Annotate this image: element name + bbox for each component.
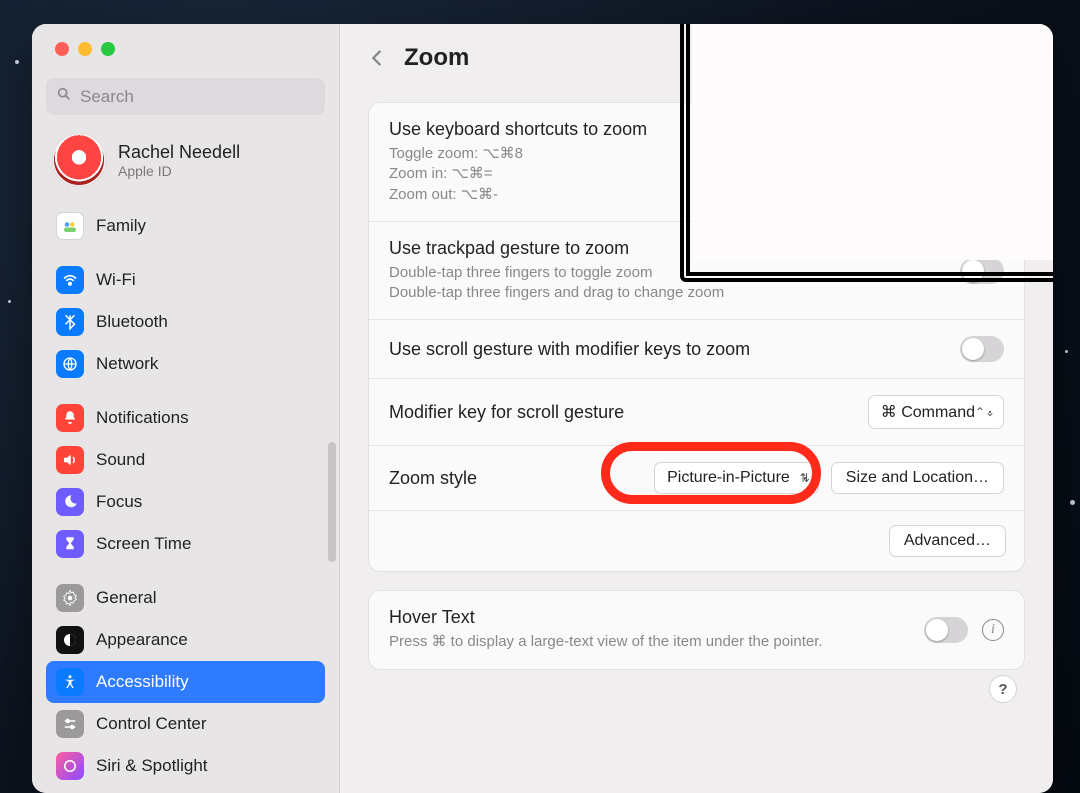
sidebar: Search Rachel Needell Apple ID xyxy=(32,24,340,793)
row-title: Use scroll gesture with modifier keys to… xyxy=(389,339,750,360)
sidebar-item-appearance[interactable]: Appearance xyxy=(46,619,325,661)
profile-subtitle: Apple ID xyxy=(118,163,240,179)
sidebar-item-label: General xyxy=(96,588,156,608)
content: Zoom Use keyboard shortcuts to zoom Togg… xyxy=(340,24,1053,793)
sidebar-item-wifi[interactable]: Wi-Fi xyxy=(46,259,325,301)
sidebar-item-focus[interactable]: Focus xyxy=(46,481,325,523)
sidebar-item-network[interactable]: Network xyxy=(46,343,325,385)
siri-icon xyxy=(56,752,84,780)
content-header: Zoom xyxy=(340,24,1053,102)
sidebar-item-controlcenter[interactable]: Control Center xyxy=(46,703,325,745)
toggle-trackpad-zoom[interactable] xyxy=(960,258,1004,284)
row-advanced: Advanced… xyxy=(369,511,1024,571)
row-title: Use trackpad gesture to zoom xyxy=(389,238,724,259)
family-icon xyxy=(56,212,84,240)
sidebar-item-sound[interactable]: Sound xyxy=(46,439,325,481)
search-icon xyxy=(56,86,72,107)
search-placeholder: Search xyxy=(80,87,134,107)
page-title: Zoom xyxy=(404,44,469,72)
gear-icon xyxy=(56,584,84,612)
size-location-button[interactable]: Size and Location… xyxy=(831,462,1004,494)
sidebar-item-label: Family xyxy=(96,216,146,236)
accessibility-icon xyxy=(56,668,84,696)
desktop: Search Rachel Needell Apple ID xyxy=(0,0,1080,793)
row-sub: Toggle zoom: ⌥⌘8 Zoom in: ⌥⌘= Zoom out: … xyxy=(389,144,647,205)
sidebar-list: Rachel Needell Apple ID Family xyxy=(32,125,333,793)
row-hover-text: Hover Text Press ⌘ to display a large-te… xyxy=(369,591,1024,668)
settings-window: Search Rachel Needell Apple ID xyxy=(32,24,1053,793)
row-title: Use keyboard shortcuts to zoom xyxy=(389,119,647,140)
chevron-updown-icon: ⇅ xyxy=(800,471,810,485)
sliders-icon xyxy=(56,710,84,738)
search-input[interactable]: Search xyxy=(46,78,325,115)
chevron-updown-icon: ⌃⌄ xyxy=(975,405,995,419)
row-title: Modifier key for scroll gesture xyxy=(389,402,624,423)
sidebar-item-label: Notifications xyxy=(96,408,189,428)
toggle-hover-text[interactable] xyxy=(924,617,968,643)
speaker-icon xyxy=(56,446,84,474)
help-button[interactable]: ? xyxy=(989,675,1017,703)
sidebar-item-bluetooth[interactable]: Bluetooth xyxy=(46,301,325,343)
bluetooth-icon xyxy=(56,308,84,336)
sidebar-item-label: Appearance xyxy=(96,630,188,650)
sidebar-item-general[interactable]: General xyxy=(46,577,325,619)
zoom-style-select[interactable]: Picture-in-Picture ⇅ xyxy=(654,462,819,494)
row-title: Zoom style xyxy=(389,468,477,489)
sidebar-item-label: Bluetooth xyxy=(96,312,168,332)
minimize-button[interactable] xyxy=(78,42,92,56)
sidebar-item-label: Siri & Spotlight xyxy=(96,756,208,776)
sidebar-item-label: Network xyxy=(96,354,158,374)
info-icon[interactable]: i xyxy=(982,619,1004,641)
advanced-button[interactable]: Advanced… xyxy=(889,525,1006,557)
hourglass-icon xyxy=(56,530,84,558)
window-controls xyxy=(32,24,339,56)
sidebar-item-screentime[interactable]: Screen Time xyxy=(46,523,325,565)
row-scroll-zoom: Use scroll gesture with modifier keys to… xyxy=(369,320,1024,379)
avatar xyxy=(52,133,106,187)
sidebar-item-label: Control Center xyxy=(96,714,207,734)
row-zoom-style: Zoom style Picture-in-Picture ⇅ Size and… xyxy=(369,446,1024,511)
row-sub: Double-tap three fingers to toggle zoom … xyxy=(389,263,724,304)
hover-panel: Hover Text Press ⌘ to display a large-te… xyxy=(368,590,1025,669)
toggle-scroll-zoom[interactable] xyxy=(960,336,1004,362)
sidebar-scrollbar[interactable] xyxy=(328,442,336,562)
modifier-key-select[interactable]: ⌘ Command ⌃⌄ xyxy=(868,395,1004,429)
appearance-icon xyxy=(56,626,84,654)
sidebar-profile[interactable]: Rachel Needell Apple ID xyxy=(46,125,325,199)
sidebar-item-label: Accessibility xyxy=(96,672,189,692)
row-modifier-key: Modifier key for scroll gesture ⌘ Comman… xyxy=(369,379,1024,446)
sidebar-item-label: Wi-Fi xyxy=(96,270,136,290)
back-button[interactable] xyxy=(366,47,388,69)
sidebar-item-siri[interactable]: Siri & Spotlight xyxy=(46,745,325,787)
row-keyboard-zoom: Use keyboard shortcuts to zoom Toggle zo… xyxy=(369,103,1024,222)
fullscreen-button[interactable] xyxy=(101,42,115,56)
sidebar-item-family[interactable]: Family xyxy=(46,205,325,247)
sidebar-item-accessibility[interactable]: Accessibility xyxy=(46,661,325,703)
row-trackpad-zoom: Use trackpad gesture to zoom Double-tap … xyxy=(369,222,1024,321)
toggle-keyboard-zoom[interactable] xyxy=(960,149,1004,175)
profile-name: Rachel Needell xyxy=(118,142,240,163)
help-wrap: ? xyxy=(989,675,1017,703)
sidebar-item-label: Screen Time xyxy=(96,534,191,554)
close-button[interactable] xyxy=(55,42,69,56)
moon-icon xyxy=(56,488,84,516)
row-sub: Press ⌘ to display a large-text view of … xyxy=(389,632,823,652)
globe-icon xyxy=(56,350,84,378)
sidebar-item-notifications[interactable]: Notifications xyxy=(46,397,325,439)
sidebar-item-label: Sound xyxy=(96,450,145,470)
sidebar-item-label: Focus xyxy=(96,492,142,512)
zoom-panel: Use keyboard shortcuts to zoom Toggle zo… xyxy=(368,102,1025,572)
row-title: Hover Text xyxy=(389,607,823,628)
wifi-icon xyxy=(56,266,84,294)
bell-icon xyxy=(56,404,84,432)
